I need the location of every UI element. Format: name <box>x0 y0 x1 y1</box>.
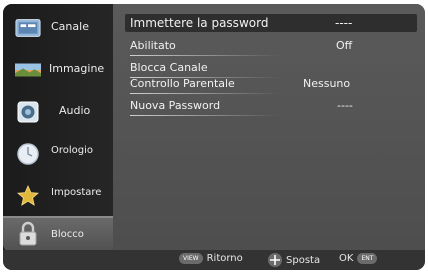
abilitato-label: Abilitato <box>130 39 176 52</box>
star-settings-icon <box>15 184 41 208</box>
footer-hint-bar: VIEW Ritorno Sposta OK ENT <box>3 250 425 270</box>
sidebar-item-label: Orologio <box>51 145 94 156</box>
controllo-parentale-row[interactable]: Controllo Parentale Nessuno <box>125 76 415 94</box>
sidebar-item-audio[interactable]: Audio <box>3 92 113 132</box>
return-hint[interactable]: VIEW Ritorno <box>179 253 243 264</box>
lock-settings-panel: Immettere la password ---- Abilitato Off… <box>113 4 425 250</box>
move-label: Sposta <box>286 254 321 266</box>
blocca-canale-label: Blocca Canale <box>130 61 208 74</box>
controllo-parentale-value: Nessuno <box>303 77 351 90</box>
ok-label: OK <box>339 253 354 264</box>
blocca-canale-row[interactable]: Blocca Canale <box>125 60 415 78</box>
tv-osd-screen: Canale Immagine Audio Orologio Impostare… <box>3 4 425 270</box>
picture-icon <box>15 58 41 82</box>
sidebar-item-label: Impostare <box>51 187 102 198</box>
sidebar-item-blocco[interactable]: Blocco <box>3 216 113 252</box>
navigation-pad-icon <box>268 253 282 267</box>
sidebar-item-label: Blocco <box>51 229 84 240</box>
sidebar-item-label: Audio <box>59 104 91 117</box>
row-divider <box>130 115 280 116</box>
nuova-password-value: ---- <box>337 99 353 112</box>
sidebar-menu: Canale Immagine Audio Orologio Impostare… <box>3 4 113 252</box>
controllo-parentale-label: Controllo Parentale <box>130 77 235 90</box>
password-prompt-label: Immettere la password <box>130 16 269 30</box>
password-prompt-row[interactable]: Immettere la password ---- <box>125 14 417 32</box>
padlock-icon <box>15 221 41 246</box>
sidebar-item-label: Immagine <box>49 62 105 75</box>
sidebar-item-label: Canale <box>51 20 89 33</box>
nuova-password-label: Nuova Password <box>130 99 221 112</box>
abilitato-value: Off <box>336 39 353 52</box>
sidebar-item-immagine[interactable]: Immagine <box>3 50 113 90</box>
abilitato-row[interactable]: Abilitato Off <box>125 38 415 56</box>
row-divider <box>130 55 280 56</box>
enter-key-icon: ENT <box>357 253 378 264</box>
clock-icon <box>15 142 41 166</box>
tv-channel-icon <box>15 16 41 40</box>
row-divider <box>130 93 280 94</box>
sidebar-item-impostare[interactable]: Impostare <box>3 176 113 216</box>
return-label: Ritorno <box>206 253 243 264</box>
ok-hint[interactable]: OK ENT <box>339 253 378 264</box>
move-hint[interactable]: Sposta <box>268 253 320 267</box>
speaker-icon <box>15 100 41 124</box>
view-key-icon: VIEW <box>179 253 203 264</box>
sidebar-item-canale[interactable]: Canale <box>3 8 113 48</box>
password-prompt-value: ---- <box>335 16 353 30</box>
sidebar-item-orologio[interactable]: Orologio <box>3 134 113 174</box>
nuova-password-row[interactable]: Nuova Password ---- <box>125 98 415 116</box>
